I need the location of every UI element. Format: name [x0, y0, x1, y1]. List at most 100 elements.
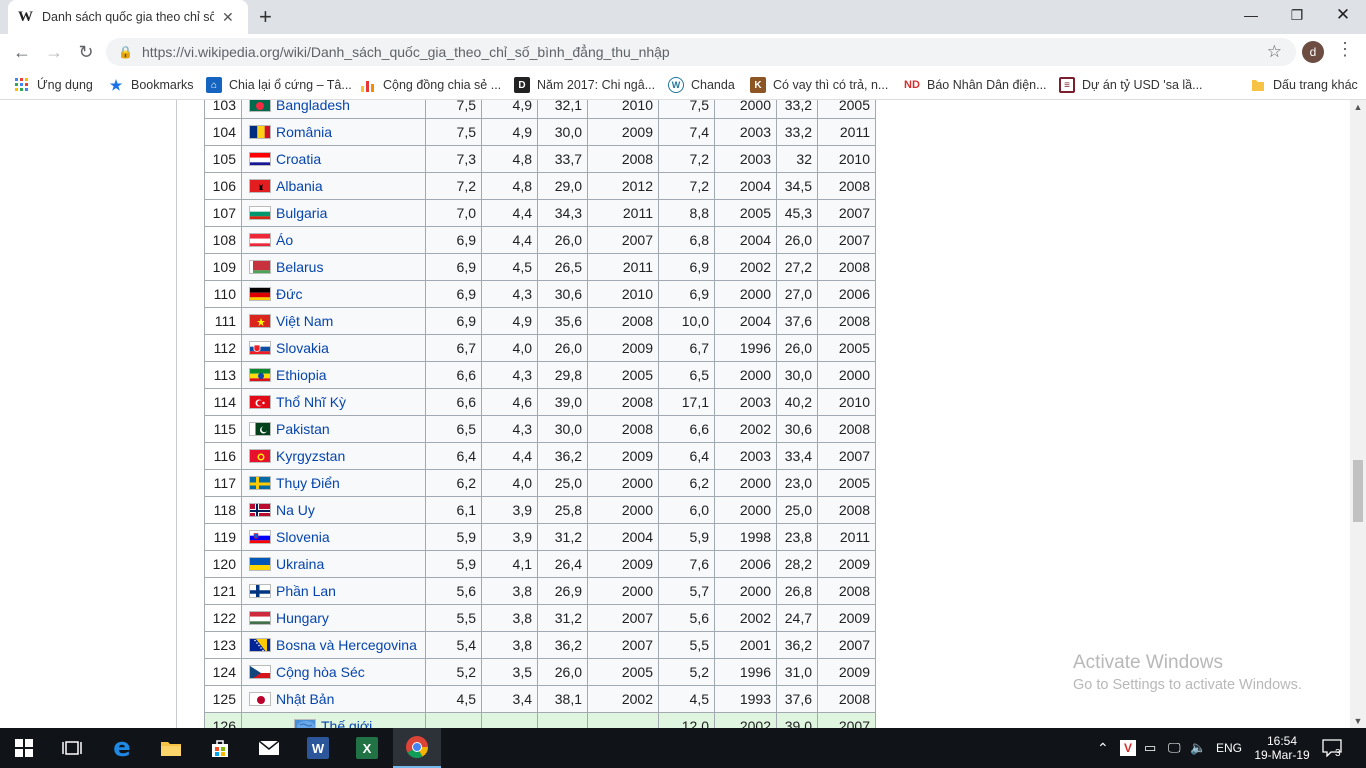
volume-icon[interactable]: 🔈: [1190, 728, 1206, 768]
power-icon[interactable]: ▭: [1144, 728, 1156, 768]
rank-cell: 111: [204, 307, 242, 335]
close-tab-icon[interactable]: ✕: [222, 9, 234, 26]
edge-icon[interactable]: e: [98, 728, 146, 768]
minimize-icon[interactable]: —: [1228, 0, 1274, 30]
value-cell-v5: 36,2: [776, 631, 818, 659]
tab-wikipedia[interactable]: W Danh sách quốc gia theo chỉ số bình đẳ…: [8, 0, 248, 34]
country-link[interactable]: Áo: [276, 232, 293, 248]
bookmark-apps[interactable]: Ứng dụng: [14, 76, 93, 94]
address-bar[interactable]: 🔒 https://vi.wikipedia.org/wiki/Danh_sác…: [106, 38, 1296, 66]
country-link[interactable]: Slovakia: [276, 340, 329, 356]
country-link[interactable]: Thổ Nhĩ Kỳ: [276, 394, 346, 410]
windows-start-icon[interactable]: [0, 728, 48, 768]
value-cell-v3: 35,6: [537, 307, 588, 335]
country-link[interactable]: Ethiopia: [276, 367, 327, 383]
country-cell: Ethiopia: [241, 361, 426, 389]
value-cell-y3: 2010: [817, 388, 876, 416]
country-link[interactable]: Việt Nam: [276, 313, 333, 329]
hu-flag-icon: [249, 611, 271, 625]
value-cell-v4: 12,0: [658, 712, 715, 728]
bookmark-cong-dong[interactable]: Cộng đồng chia sẻ ...: [360, 76, 501, 94]
rank-cell: 119: [204, 523, 242, 551]
page-content: 103 Bangladesh 7,5 4,9 32,1 2010 7,5 2000 33,2 20…: [0, 100, 1350, 728]
country-link[interactable]: Pakistan: [276, 421, 330, 437]
value-cell-v1: 6,6: [425, 361, 482, 389]
new-tab-icon[interactable]: +: [259, 4, 272, 30]
rank-cell: 123: [204, 631, 242, 659]
value-cell-v4: 10,0: [658, 307, 715, 335]
country-link[interactable]: România: [276, 124, 332, 140]
country-cell: Hungary: [241, 604, 426, 632]
country-link[interactable]: Thụy Điển: [276, 475, 340, 491]
country-link[interactable]: Slovenia: [276, 529, 330, 545]
bookmark-chanda[interactable]: W Chanda: [668, 76, 735, 94]
clock[interactable]: 16:54 19-Mar-19: [1254, 728, 1310, 768]
value-cell-y1: 2010: [587, 280, 659, 308]
show-hidden-icons[interactable]: ⌃: [1097, 728, 1109, 768]
table-row: 122 Hungary 5,5 3,8 31,2 2007 5,6 2002 24,7 2009: [204, 604, 876, 632]
url-text: https://vi.wikipedia.org/wiki/Danh_sách_…: [142, 44, 670, 60]
country-link[interactable]: Đức: [276, 286, 302, 302]
country-link[interactable]: Cộng hòa Séc: [276, 664, 365, 680]
reload-icon[interactable]: ↻: [74, 40, 98, 64]
nd-logo-icon: ND: [904, 79, 920, 91]
task-view-icon[interactable]: [48, 728, 96, 768]
content-border: [176, 100, 177, 728]
close-window-icon[interactable]: ✕: [1320, 0, 1366, 30]
bookmark-bao-nhan-dan[interactable]: ND Báo Nhân Dân điện...: [904, 76, 1046, 94]
forward-icon[interactable]: →: [42, 40, 66, 64]
country-link[interactable]: Nhật Bản: [276, 691, 334, 707]
country-link[interactable]: Ukraina: [276, 556, 324, 572]
country-link[interactable]: Bangladesh: [276, 100, 350, 113]
country-link[interactable]: Thế giới: [321, 718, 372, 728]
network-icon[interactable]: 🖵: [1168, 728, 1181, 768]
browser-menu-icon[interactable]: ⋮: [1336, 39, 1354, 60]
language-indicator[interactable]: ENG: [1216, 728, 1242, 768]
bookmark-chia-lai-o-cung[interactable]: ⌂ Chia lại ổ cứng – Tâ...: [206, 76, 352, 94]
k-logo-icon: K: [750, 77, 766, 93]
country-link[interactable]: Albania: [276, 178, 323, 194]
profile-avatar[interactable]: d: [1302, 41, 1324, 63]
vietkey-icon[interactable]: V: [1120, 728, 1136, 768]
value-cell-v1: 6,9: [425, 280, 482, 308]
value-cell-v5: 24,7: [776, 604, 818, 632]
scroll-down-icon[interactable]: ▼: [1350, 714, 1366, 728]
value-cell-v1: 7,3: [425, 145, 482, 173]
page-scrollbar[interactable]: ▲ ▼: [1350, 100, 1366, 728]
lock-icon[interactable]: 🔒: [118, 45, 134, 59]
country-link[interactable]: Bulgaria: [276, 205, 327, 221]
store-icon[interactable]: [196, 728, 244, 768]
country-link[interactable]: Bosna và Hercegovina: [276, 637, 417, 653]
country-link[interactable]: Kyrgyzstan: [276, 448, 345, 464]
scrollbar-thumb[interactable]: [1353, 460, 1363, 522]
bookmark-nam-2017[interactable]: D Năm 2017: Chi ngâ...: [514, 76, 655, 94]
bookmark-du-an[interactable]: ≡ Dự án tỷ USD 'sa lầ...: [1059, 76, 1203, 94]
scroll-up-icon[interactable]: ▲: [1350, 100, 1366, 114]
country-link[interactable]: Hungary: [276, 610, 329, 626]
country-link[interactable]: Belarus: [276, 259, 323, 275]
country-link[interactable]: Na Uy: [276, 502, 315, 518]
bookmark-other[interactable]: Dấu trang khác: [1250, 76, 1358, 94]
value-cell-v3: 25,8: [537, 496, 588, 524]
value-cell-v2: 3,9: [481, 523, 538, 551]
bookmark-co-vay[interactable]: K Có vay thì có trả, n...: [750, 76, 888, 94]
excel-icon[interactable]: X: [343, 728, 391, 768]
wikipedia-icon: W: [18, 8, 33, 25]
notification-center-icon[interactable]: 3: [1322, 728, 1342, 768]
back-icon[interactable]: ←: [10, 40, 34, 64]
country-link[interactable]: Phần Lan: [276, 583, 336, 599]
at-flag-icon: [249, 233, 271, 247]
mail-icon[interactable]: [245, 728, 293, 768]
value-cell-v2: 3,5: [481, 658, 538, 686]
restore-icon[interactable]: ❐: [1274, 0, 1320, 30]
rank-cell: 106: [204, 172, 242, 200]
bookmark-bookmarks[interactable]: ★ Bookmarks: [108, 76, 194, 94]
chrome-icon[interactable]: [393, 728, 441, 768]
tr-flag-icon: [249, 395, 271, 409]
value-cell-y3: 2008: [817, 685, 876, 713]
value-cell-v4: 6,9: [658, 253, 715, 281]
country-link[interactable]: Croatia: [276, 151, 321, 167]
word-icon[interactable]: W: [294, 728, 342, 768]
file-explorer-icon[interactable]: [147, 728, 195, 768]
bookmark-star-icon[interactable]: ☆: [1267, 42, 1282, 62]
